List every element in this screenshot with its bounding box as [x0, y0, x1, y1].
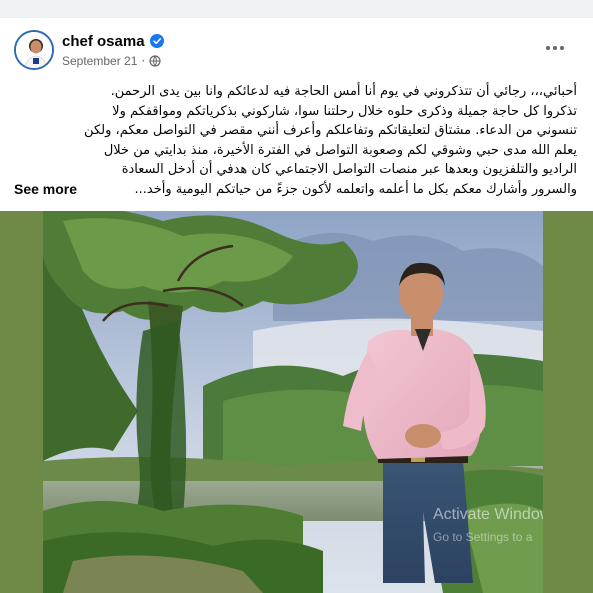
post-card: chef osama September 21 · أحبائي،،، رجائ… [0, 18, 593, 593]
photo-scene: Activate Windows Go to Settings to a [43, 211, 543, 593]
meta-separator: · [141, 54, 146, 68]
watermark-line-2: Go to Settings to a [433, 530, 533, 544]
author-row: chef osama [62, 30, 164, 52]
post-photo-frame: Activate Windows Go to Settings to a [0, 211, 593, 593]
watermark-line-1: Activate Windows [433, 506, 543, 523]
post-text-line: الراديو والتلفزيون وبعدها عبر منصات التو… [121, 162, 577, 178]
author-name[interactable]: chef osama [62, 33, 145, 50]
globe-icon [149, 55, 161, 67]
post-photo[interactable]: Activate Windows Go to Settings to a [43, 211, 543, 593]
more-options-icon[interactable] [541, 38, 569, 58]
post-text-last-row: See more والسرور وأشارك معكم بكل ما أعلم… [14, 180, 577, 200]
post-text-line: تذكروا كل حاجة جميلة وذكرى حلوه خلال رحل… [112, 103, 577, 119]
post-header: chef osama September 21 · [12, 30, 581, 74]
post-text-line: والسرور وأشارك معكم بكل ما أعلمه واتعلمه… [134, 181, 578, 197]
author-avatar[interactable] [14, 30, 54, 70]
post-text-line: تنسوني من الدعاء. مشتاق لتعليقاتكم وتفاع… [84, 123, 577, 139]
verified-badge-icon [149, 34, 164, 48]
post-meta: September 21 · [62, 53, 161, 69]
post-date[interactable]: September 21 [62, 54, 137, 68]
post-text: أحبائي،،، رجائي أن تتذكروني في يوم أنا أ… [14, 82, 577, 200]
avatar-image [16, 32, 52, 68]
post-text-line: أحبائي،،، رجائي أن تتذكروني في يوم أنا أ… [110, 84, 577, 99]
post-text-line: يعلم الله مدى حبي وشوقي لكم وصعوبة التوا… [103, 142, 577, 158]
see-more-link[interactable]: See more [14, 180, 77, 200]
